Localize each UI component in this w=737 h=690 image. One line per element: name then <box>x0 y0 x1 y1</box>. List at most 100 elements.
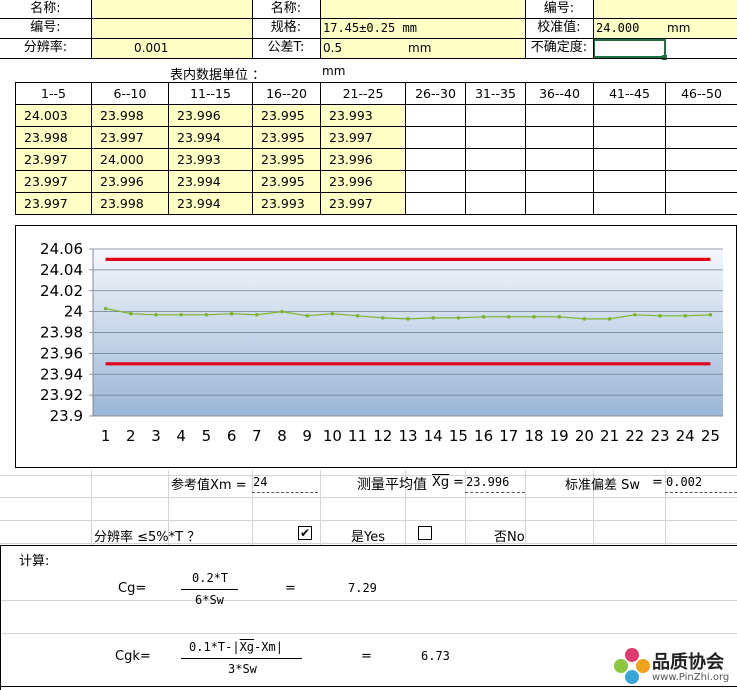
name-label-1: 名称: <box>30 1 61 16</box>
uncertainty-label: 不确定度: <box>530 40 588 55</box>
table-cell[interactable] <box>525 170 594 193</box>
table-cell[interactable]: 24.000 <box>91 148 169 171</box>
table-cell[interactable]: 23.996 <box>320 148 406 171</box>
table-cell[interactable]: 23.993 <box>252 192 321 215</box>
code-field-3[interactable] <box>593 0 737 18</box>
table-cell[interactable] <box>593 148 666 171</box>
reference-value: 24 <box>253 475 268 489</box>
table-cell[interactable] <box>465 126 526 149</box>
table-cell[interactable]: 23.996 <box>168 104 253 127</box>
table-cell[interactable] <box>665 104 737 127</box>
measurement-point <box>658 314 662 318</box>
measurement-point <box>607 317 612 321</box>
chart-container[interactable]: 24.06 24.04 24.02 24 23.98 23.96 23.94 23.92 23.… <box>15 225 737 468</box>
table-cell[interactable]: 23.998 <box>15 126 92 149</box>
calc-title: 计算: <box>19 554 50 569</box>
measurement-point <box>406 317 410 321</box>
table-cell[interactable] <box>665 126 737 149</box>
column-header: 31--35 <box>465 82 526 105</box>
table-row: 23.997 23.998 23.994 23.993 23.997 <box>15 192 737 215</box>
table-cell[interactable]: 23.997 <box>15 192 92 215</box>
cgk-numerator-c: -Xm| <box>254 640 283 654</box>
table-cell[interactable] <box>525 126 594 149</box>
tolerance-field[interactable]: 0.5 mm <box>320 39 525 58</box>
column-header: 11--15 <box>168 82 253 105</box>
cg-fraction-bar <box>181 589 238 590</box>
code-field-1[interactable] <box>91 19 252 38</box>
x-tick-label: 1 <box>101 427 111 445</box>
cg-denominator: 6*Sw <box>195 593 224 607</box>
measurement-point <box>305 314 310 318</box>
x-tick-label: 10 <box>323 427 342 445</box>
table-cell[interactable] <box>593 126 666 149</box>
table-cell[interactable]: 23.993 <box>168 148 253 171</box>
table-cell[interactable] <box>593 192 666 215</box>
table-cell[interactable]: 23.995 <box>252 170 321 193</box>
column-header: 41--45 <box>593 82 666 105</box>
table-cell[interactable]: 23.996 <box>91 170 169 193</box>
table-cell[interactable]: 23.995 <box>252 126 321 149</box>
table-cell[interactable] <box>405 148 466 171</box>
table-cell[interactable] <box>525 148 594 171</box>
calc-top-border <box>0 545 737 546</box>
table-cell[interactable] <box>665 170 737 193</box>
unit-caption: 表内数据单位 ： <box>170 68 266 83</box>
table-cell[interactable]: 23.994 <box>168 170 253 193</box>
measurement-point <box>381 316 385 320</box>
table-cell[interactable] <box>405 170 466 193</box>
table-cell[interactable] <box>465 148 526 171</box>
table-cell[interactable] <box>665 192 737 215</box>
x-tick-label: 11 <box>348 427 367 445</box>
table-cell[interactable]: 23.997 <box>15 148 92 171</box>
std-label: 标准偏差 Sw <box>565 478 641 493</box>
tolerance-value: 0.5 <box>323 41 343 55</box>
column-header: 46--50 <box>665 82 737 105</box>
table-cell[interactable]: 23.995 <box>252 104 321 127</box>
cg-numerator: 0.2*T <box>192 571 229 585</box>
table-cell[interactable] <box>405 192 466 215</box>
table-cell[interactable]: 23.996 <box>320 170 406 193</box>
resolution-label: 分辨率: <box>23 40 68 55</box>
yes-label: 是Yes <box>351 530 385 545</box>
table-cell[interactable] <box>465 104 526 127</box>
table-cell[interactable] <box>665 148 737 171</box>
uncertainty-field-selected[interactable] <box>593 39 666 58</box>
table-cell[interactable]: 23.993 <box>320 104 406 127</box>
table-cell[interactable]: 23.995 <box>252 148 321 171</box>
x-tick-label: 21 <box>600 427 619 445</box>
measurement-point <box>633 312 637 317</box>
calib-field[interactable]: 24.000 mm <box>593 19 737 38</box>
measurement-point <box>255 312 259 317</box>
table-cell[interactable]: 24.003 <box>15 104 92 127</box>
table-cell[interactable]: 23.997 <box>91 126 169 149</box>
table-body: 24.003 23.998 23.996 23.995 23.993 23.998 23.9… <box>15 104 737 215</box>
resolution-field[interactable]: 0.001 <box>91 39 252 58</box>
column-header: 36--40 <box>525 82 594 105</box>
column-header: 1--5 <box>15 82 92 105</box>
table-cell[interactable]: 23.998 <box>91 104 169 127</box>
table-cell[interactable]: 23.994 <box>168 192 253 215</box>
yes-checkbox[interactable]: ✔ <box>298 526 312 540</box>
x-tick-label: 24 <box>676 427 695 445</box>
table-cell[interactable]: 23.998 <box>91 192 169 215</box>
table-cell[interactable] <box>465 170 526 193</box>
table-cell[interactable] <box>593 104 666 127</box>
spec-field[interactable]: 17.45±0.25 mm <box>320 19 525 38</box>
name-field-1[interactable] <box>91 0 252 18</box>
table-cell[interactable]: 23.997 <box>15 170 92 193</box>
table-cell[interactable]: 23.997 <box>320 192 406 215</box>
measurement-point <box>507 315 511 319</box>
name-field-2[interactable] <box>320 0 525 18</box>
y-tick-label: 24.04 <box>40 261 83 279</box>
table-cell[interactable] <box>465 192 526 215</box>
table-cell[interactable] <box>593 170 666 193</box>
table-cell[interactable] <box>405 104 466 127</box>
table-cell[interactable] <box>405 126 466 149</box>
no-checkbox[interactable] <box>418 526 432 540</box>
y-tick-label: 24.02 <box>40 282 83 300</box>
table-cell[interactable] <box>525 104 594 127</box>
table-cell[interactable] <box>525 192 594 215</box>
table-cell[interactable]: 23.997 <box>320 126 406 149</box>
table-cell[interactable]: 23.994 <box>168 126 253 149</box>
y-tick-label: 23.9 <box>50 407 83 425</box>
